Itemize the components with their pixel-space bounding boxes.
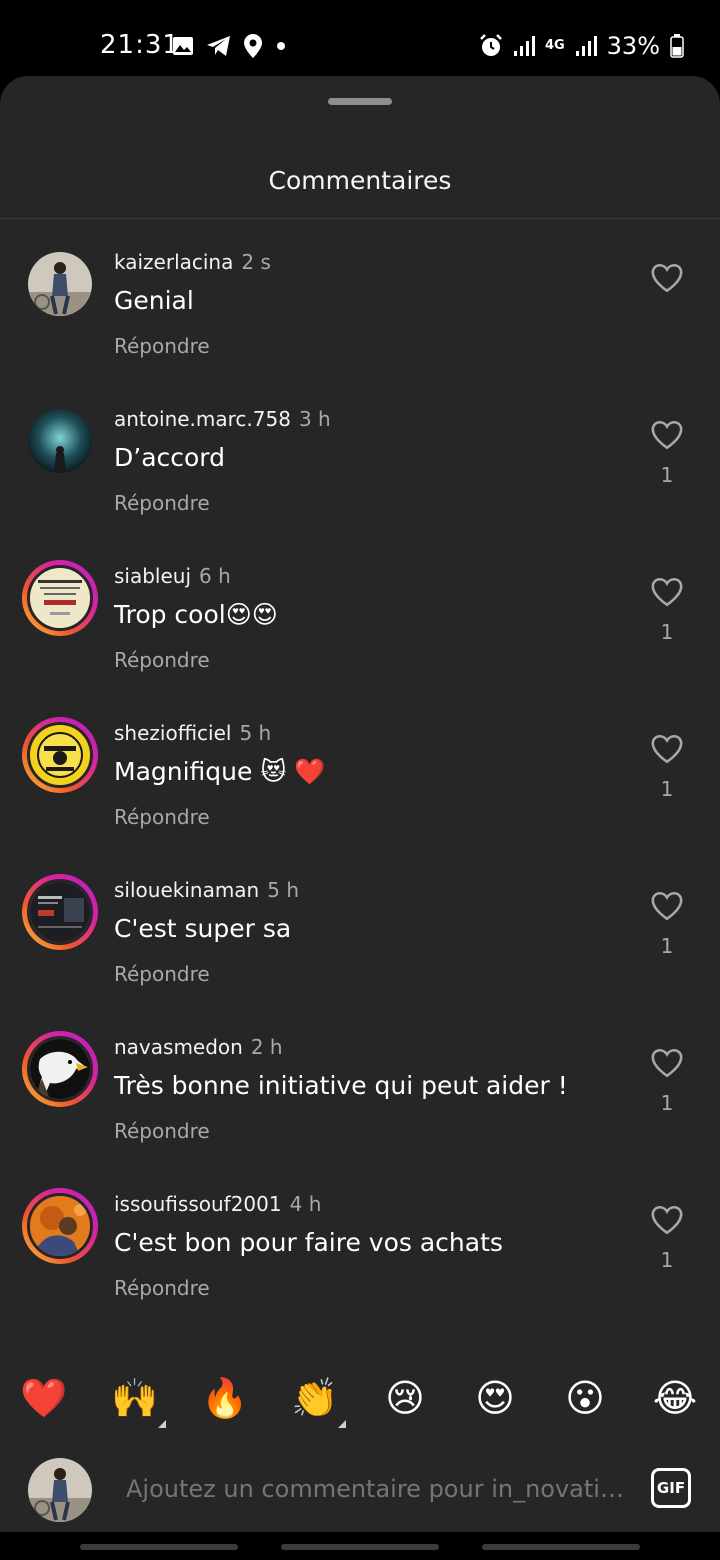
signal-icon — [513, 36, 535, 56]
comment-text: C'est super sa — [114, 914, 292, 943]
avatar[interactable] — [22, 246, 98, 322]
gallery-icon — [173, 37, 193, 55]
comment-username[interactable]: antoine.marc.758 — [114, 407, 291, 431]
system-nav-bar — [0, 1532, 720, 1560]
heart-icon[interactable] — [650, 733, 684, 765]
comment-time: 5 h — [239, 721, 272, 745]
comment-time: 2 s — [241, 250, 271, 274]
status-bar: 21:31 4G 33% — [0, 0, 720, 76]
signal-icon — [575, 36, 597, 56]
comment-username[interactable]: sheziofficiel — [114, 721, 231, 745]
comment-username[interactable]: navasmedon — [114, 1035, 243, 1059]
reply-button[interactable]: Répondre — [114, 1119, 210, 1143]
heart-icon[interactable] — [650, 1047, 684, 1079]
gif-button[interactable]: GIF — [651, 1468, 691, 1508]
sheet-title: Commentaires — [268, 166, 452, 195]
emoji-surprised[interactable]: 😮 — [561, 1374, 609, 1422]
comment-time: 3 h — [298, 407, 331, 431]
4g-icon: 4G — [544, 38, 565, 53]
emoji-heart-eyes[interactable]: 😍 — [471, 1374, 519, 1422]
emoji-heart[interactable]: ❤️ — [20, 1374, 68, 1422]
comment-time: 4 h — [289, 1192, 322, 1216]
reply-button[interactable]: Répondre — [114, 805, 210, 829]
skin-tone-indicator-icon — [338, 1420, 346, 1428]
comment-username[interactable]: kaizerlacina — [114, 250, 233, 274]
reply-button[interactable]: Répondre — [114, 491, 210, 515]
comment-time: 5 h — [267, 878, 299, 902]
comment-text: Très bonne initiative qui peut aider ! — [114, 1071, 568, 1100]
avatar-image — [28, 252, 92, 316]
dot-icon — [277, 42, 285, 50]
comment-item: issoufissouf2001 4 h C'est bon pour faire… — [0, 1170, 720, 1327]
avatar-image — [30, 882, 90, 942]
avatar — [28, 1458, 92, 1522]
comment-text: Genial — [114, 286, 194, 315]
avatar[interactable] — [22, 403, 98, 479]
comment-time: 6 h — [199, 564, 231, 588]
emoji-fire[interactable]: 🔥 — [201, 1374, 249, 1422]
comment-username[interactable]: silouekinaman — [114, 878, 259, 902]
comment-text: Magnifique 😻 ❤️ — [114, 757, 326, 786]
avatar-image — [28, 1458, 92, 1522]
like-count: 1 — [660, 1248, 674, 1272]
comment-list: kaizerlacina 2 s Genial Répondre antoine… — [0, 228, 720, 1327]
divider — [0, 218, 720, 219]
avatar-image — [30, 725, 90, 785]
heart-icon[interactable] — [650, 1204, 684, 1236]
battery-icon — [670, 34, 684, 58]
comment-composer: GIF — [0, 1451, 720, 1531]
avatar-image — [30, 1039, 90, 1099]
drag-handle[interactable] — [328, 98, 392, 105]
comments-sheet: Commentaires kaizerlacina 2 s Genial Rép… — [0, 76, 720, 1560]
comment-username[interactable]: siableuj — [114, 564, 191, 588]
avatar[interactable] — [22, 560, 98, 636]
like-count: 1 — [660, 777, 674, 801]
like-count: 1 — [660, 463, 674, 487]
avatar-image — [30, 568, 90, 628]
comment-item: sheziofficiel 5 h Magnifique 😻 ❤️ Répondr… — [0, 699, 720, 856]
avatar[interactable] — [22, 874, 98, 950]
like-count: 1 — [660, 1091, 674, 1115]
emoji-crying[interactable]: 😢 — [381, 1374, 429, 1422]
avatar-image — [30, 1196, 90, 1256]
heart-icon[interactable] — [650, 890, 684, 922]
telegram-icon — [207, 36, 230, 56]
emoji-quick-bar: ❤️ 🙌 🔥 👏 😢 😍 😮 😂 — [0, 1374, 720, 1428]
reply-button[interactable]: Répondre — [114, 1276, 210, 1300]
comment-input[interactable] — [126, 1475, 626, 1503]
comment-item: siableuj 6 h Trop cool😍😍 Répondre 1 — [0, 542, 720, 699]
comment-text: Trop cool😍😍 — [114, 600, 278, 629]
like-count: 1 — [660, 934, 674, 958]
heart-icon[interactable] — [650, 419, 684, 451]
comment-text: C'est bon pour faire vos achats — [114, 1228, 503, 1257]
emoji-clapping[interactable]: 👏 — [291, 1374, 339, 1422]
comment-item: antoine.marc.758 3 h D’accord Répondre 1 — [0, 385, 720, 542]
comment-username[interactable]: issoufissouf2001 — [114, 1192, 282, 1216]
avatar[interactable] — [22, 1188, 98, 1264]
comment-text: D’accord — [114, 443, 226, 472]
nav-back[interactable] — [482, 1544, 640, 1550]
reply-button[interactable]: Répondre — [114, 648, 210, 672]
like-count: 1 — [660, 620, 674, 644]
avatar[interactable] — [22, 717, 98, 793]
reply-button[interactable]: Répondre — [114, 334, 210, 358]
emoji-raised-hands[interactable]: 🙌 — [111, 1374, 159, 1422]
comment-item: navasmedon 2 h Très bonne initiative qui … — [0, 1013, 720, 1170]
nav-home[interactable] — [281, 1544, 439, 1550]
status-time: 21:31 — [100, 30, 180, 60]
alarm-icon — [480, 34, 502, 56]
comment-item: kaizerlacina 2 s Genial Répondre — [0, 228, 720, 385]
avatar[interactable] — [22, 1031, 98, 1107]
heart-icon[interactable] — [650, 576, 684, 608]
avatar-image — [28, 409, 92, 473]
nav-recents[interactable] — [80, 1544, 238, 1550]
location-icon — [244, 34, 262, 58]
comment-item: silouekinaman 5 h C'est super sa Répondre… — [0, 856, 720, 1013]
battery-percent: 33% — [606, 32, 660, 60]
comment-time: 2 h — [250, 1035, 283, 1059]
reply-button[interactable]: Répondre — [114, 962, 210, 986]
skin-tone-indicator-icon — [158, 1420, 166, 1428]
emoji-tears-of-joy[interactable]: 😂 — [651, 1374, 699, 1422]
heart-icon[interactable] — [650, 262, 684, 294]
